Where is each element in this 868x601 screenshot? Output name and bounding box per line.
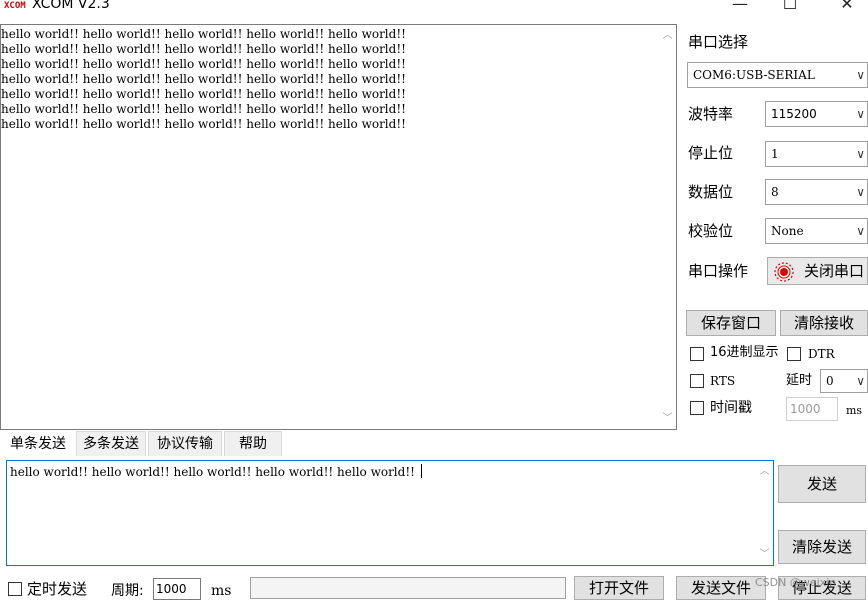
clear-receive-button[interactable]: 清除接收: [780, 310, 868, 336]
port-select[interactable]: COM6:USB-SERIAL ∨: [687, 62, 868, 88]
maximize-button[interactable]: ☐: [775, 0, 805, 16]
chevron-down-icon: ∨: [856, 224, 865, 238]
send-button[interactable]: 发送: [778, 465, 866, 503]
chevron-down-icon: ∨: [856, 147, 865, 161]
send-text: hello world!! hello world!! hello world!…: [10, 465, 419, 479]
watermark: CSDN @weixin: [755, 576, 837, 589]
scroll-down-icon[interactable]: ﹀: [756, 546, 773, 563]
baud-label: 波特率: [688, 105, 734, 123]
tab-multi-send[interactable]: 多条发送: [76, 431, 146, 456]
timestamp-interval-input[interactable]: 1000: [786, 397, 838, 421]
timestamp-checkbox[interactable]: [690, 401, 704, 415]
app-logo: XCOM: [4, 1, 26, 11]
chevron-down-icon: ∨: [856, 185, 865, 199]
close-port-label: 关闭串口: [804, 262, 865, 280]
dtr-label: DTR: [808, 347, 835, 361]
receive-area[interactable]: hello world!! hello world!! hello world!…: [0, 24, 677, 430]
file-path-field[interactable]: [250, 577, 566, 599]
baud-value: 115200: [771, 107, 817, 121]
hex-display-label: 16进制显示: [710, 345, 779, 360]
rts-label: RTS: [710, 374, 736, 388]
timed-send-label: 定时发送: [27, 580, 88, 598]
receive-line: hello world!! hello world!! hello world!…: [1, 57, 406, 71]
port-status-icon: [774, 262, 794, 282]
period-unit: ms: [211, 583, 232, 599]
period-input[interactable]: 1000: [153, 578, 201, 600]
chevron-down-icon: ∨: [856, 68, 865, 82]
chevron-down-icon: ∨: [856, 374, 865, 388]
window-title: XCOM V2.3: [32, 0, 110, 12]
port-select-label: 串口选择: [688, 33, 749, 51]
open-file-button[interactable]: 打开文件: [574, 576, 664, 600]
clear-send-button[interactable]: 清除发送: [778, 530, 866, 564]
tab-single-send[interactable]: 单条发送: [2, 431, 74, 456]
receive-line: hello world!! hello world!! hello world!…: [1, 117, 406, 131]
period-label: 周期:: [111, 583, 144, 599]
save-window-button[interactable]: 保存窗口: [686, 310, 776, 336]
send-scrollbar[interactable]: ︿ ﹀: [756, 461, 773, 565]
scroll-up-icon[interactable]: ︿: [659, 27, 676, 44]
delay-select[interactable]: 0 ∨: [820, 369, 868, 393]
send-file-button[interactable]: 发送文件: [676, 576, 766, 600]
port-select-value: COM6:USB-SERIAL: [693, 68, 815, 82]
hex-display-checkbox[interactable]: [690, 347, 704, 361]
receive-line: hello world!! hello world!! hello world!…: [1, 72, 406, 86]
close-port-button[interactable]: 关闭串口: [767, 257, 868, 285]
delay-label: 延时: [786, 373, 813, 388]
port-op-label: 串口操作: [688, 262, 749, 280]
chevron-down-icon: ∨: [856, 107, 865, 121]
send-input[interactable]: hello world!! hello world!! hello world!…: [6, 460, 774, 566]
timed-send-checkbox[interactable]: [8, 582, 22, 596]
scroll-down-icon[interactable]: ﹀: [659, 410, 676, 427]
receive-text: hello world!! hello world!! hello world!…: [1, 27, 655, 132]
receive-scrollbar[interactable]: ︿ ﹀: [659, 25, 676, 429]
tab-protocol[interactable]: 协议传输: [148, 431, 222, 456]
receive-line: hello world!! hello world!! hello world!…: [1, 102, 406, 116]
scroll-up-icon[interactable]: ︿: [756, 463, 773, 480]
baud-select[interactable]: 115200 ∨: [765, 101, 868, 127]
delay-value: 0: [826, 374, 834, 388]
dtr-checkbox[interactable]: [787, 347, 801, 361]
stop-bits-label: 停止位: [688, 144, 734, 162]
text-caret: [420, 464, 422, 478]
data-bits-label: 数据位: [688, 183, 734, 201]
title-bar: XCOM XCOM V2.3 — ☐ ✕: [0, 0, 868, 22]
parity-label: 校验位: [688, 222, 734, 240]
tab-help[interactable]: 帮助: [224, 431, 282, 456]
rts-checkbox[interactable]: [690, 374, 704, 388]
data-bits-select[interactable]: 8 ∨: [765, 179, 868, 205]
receive-line: hello world!! hello world!! hello world!…: [1, 42, 406, 56]
parity-select[interactable]: None ∨: [765, 218, 868, 244]
receive-line: hello world!! hello world!! hello world!…: [1, 87, 406, 101]
receive-line: hello world!! hello world!! hello world!…: [1, 27, 406, 41]
data-bits-value: 8: [771, 185, 779, 199]
timestamp-label: 时间戳: [710, 400, 752, 416]
parity-value: None: [771, 224, 804, 238]
stop-bits-select[interactable]: 1 ∨: [765, 141, 868, 167]
stop-bits-value: 1: [771, 147, 779, 161]
minimize-button[interactable]: —: [725, 0, 755, 16]
timestamp-unit: ms: [846, 404, 863, 417]
close-button[interactable]: ✕: [832, 0, 862, 16]
